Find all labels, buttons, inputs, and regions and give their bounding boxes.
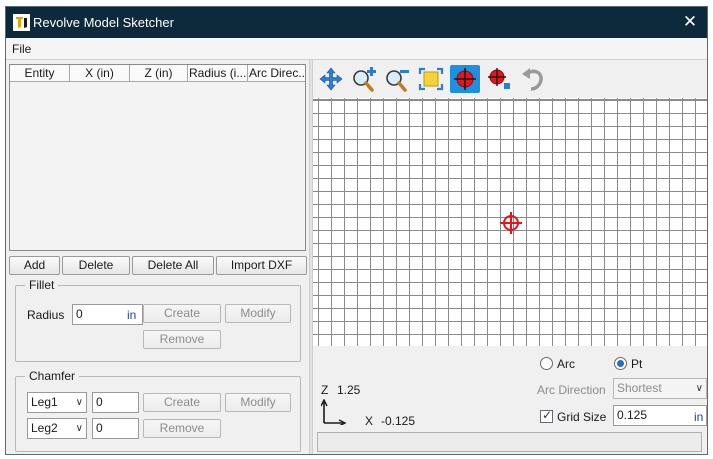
chamfer-remove-button[interactable]: Remove <box>143 419 221 438</box>
window-title: Revolve Model Sketcher <box>33 15 174 30</box>
zoom-fit-icon[interactable] <box>416 65 446 93</box>
grid-size-label[interactable]: Grid Size <box>557 410 606 424</box>
grid-size-input[interactable]: 0.125 <box>613 405 707 426</box>
chevron-down-icon: ∨ <box>75 397 83 408</box>
chamfer-leg1-select[interactable]: Leg1 ∨ <box>27 392 87 413</box>
chamfer-leg2-input[interactable]: 0 <box>92 418 139 439</box>
z-coordinate-label: Z <box>321 383 329 397</box>
delete-button[interactable]: Delete <box>62 256 130 275</box>
move-origin-icon[interactable] <box>484 65 514 93</box>
arc-direction-label: Arc Direction <box>537 383 606 397</box>
menu-bar: File <box>6 38 707 60</box>
fillet-group-title: Fillet <box>25 278 59 292</box>
revolve-app-icon <box>13 14 30 31</box>
chamfer-create-button[interactable]: Create <box>143 393 221 412</box>
entity-table[interactable]: Entity X (in) Z (in) Radius (i... Arc Di… <box>9 64 306 251</box>
fillet-modify-button[interactable]: Modify <box>225 304 291 323</box>
x-coordinate-label: X <box>365 414 374 428</box>
chevron-down-icon: ∨ <box>75 423 83 434</box>
left-panel: Entity X (in) Z (in) Radius (i... Arc Di… <box>6 60 309 454</box>
fillet-radius-label: Radius <box>27 308 65 322</box>
chevron-down-icon: ∨ <box>695 383 703 394</box>
column-header-entity[interactable]: Entity <box>10 65 70 82</box>
arc-direction-select[interactable]: Shortest ∨ <box>613 378 707 399</box>
pt-mode-radio[interactable] <box>614 357 627 370</box>
fillet-group: Fillet Radius 0 in Create Modify Remove <box>15 278 301 362</box>
sketch-toolbar <box>313 60 707 93</box>
add-button[interactable]: Add <box>9 256 60 275</box>
chamfer-leg1-input[interactable]: 0 <box>92 392 139 413</box>
fillet-create-button[interactable]: Create <box>143 304 221 323</box>
arc-mode-radio[interactable] <box>540 357 553 370</box>
pt-mode-label[interactable]: Pt <box>631 357 642 371</box>
fillet-radius-unit: in <box>127 308 137 322</box>
title-bar: Revolve Model Sketcher ✕ <box>6 7 707 38</box>
zoom-in-icon[interactable] <box>349 65 379 93</box>
pan-icon[interactable] <box>316 65 346 93</box>
arc-direction-value: Shortest <box>617 381 662 395</box>
grid-size-checkbox[interactable]: ✓ <box>540 408 553 423</box>
table-header: Entity X (in) Z (in) Radius (i... Arc Di… <box>10 65 305 82</box>
column-header-arc-direction[interactable]: Arc Direc... <box>248 65 305 82</box>
right-panel: Arc Pt Arc Direction Shortest ∨ ✓ Grid S… <box>313 60 707 454</box>
chamfer-leg2-select-value: Leg2 <box>31 421 58 435</box>
axes-icon <box>321 399 347 425</box>
origin-crosshair-icon[interactable] <box>500 212 522 234</box>
column-header-z[interactable]: Z (in) <box>130 65 188 82</box>
fillet-remove-button[interactable]: Remove <box>143 330 221 349</box>
chamfer-group: Chamfer Leg1 ∨ 0 Create Modify Leg2 ∨ 0 … <box>15 369 301 452</box>
checkmark-icon: ✓ <box>542 408 553 422</box>
menu-file[interactable]: File <box>12 42 31 56</box>
chamfer-group-title: Chamfer <box>25 369 80 383</box>
import-dxf-button[interactable]: Import DXF <box>216 256 307 275</box>
close-button[interactable]: ✕ <box>679 11 701 33</box>
arc-mode-label[interactable]: Arc <box>557 357 575 371</box>
column-header-x[interactable]: X (in) <box>70 65 130 82</box>
z-coordinate-value: 1.25 <box>337 383 361 397</box>
zoom-out-icon[interactable] <box>382 65 412 93</box>
chamfer-leg2-select[interactable]: Leg2 ∨ <box>27 418 87 439</box>
delete-all-button[interactable]: Delete All <box>132 256 214 275</box>
chamfer-leg1-select-value: Leg1 <box>31 395 58 409</box>
column-header-radius[interactable]: Radius (i... <box>188 65 248 82</box>
undo-icon[interactable] <box>518 65 548 93</box>
status-bar <box>317 432 702 452</box>
chamfer-modify-button[interactable]: Modify <box>225 393 291 412</box>
grid-size-unit: in <box>694 410 704 424</box>
x-coordinate-value: -0.125 <box>381 414 416 428</box>
set-origin-tool-button[interactable] <box>450 65 480 93</box>
set-origin-icon <box>454 68 476 90</box>
app-window: Revolve Model Sketcher ✕ File Entity X (… <box>5 6 708 455</box>
